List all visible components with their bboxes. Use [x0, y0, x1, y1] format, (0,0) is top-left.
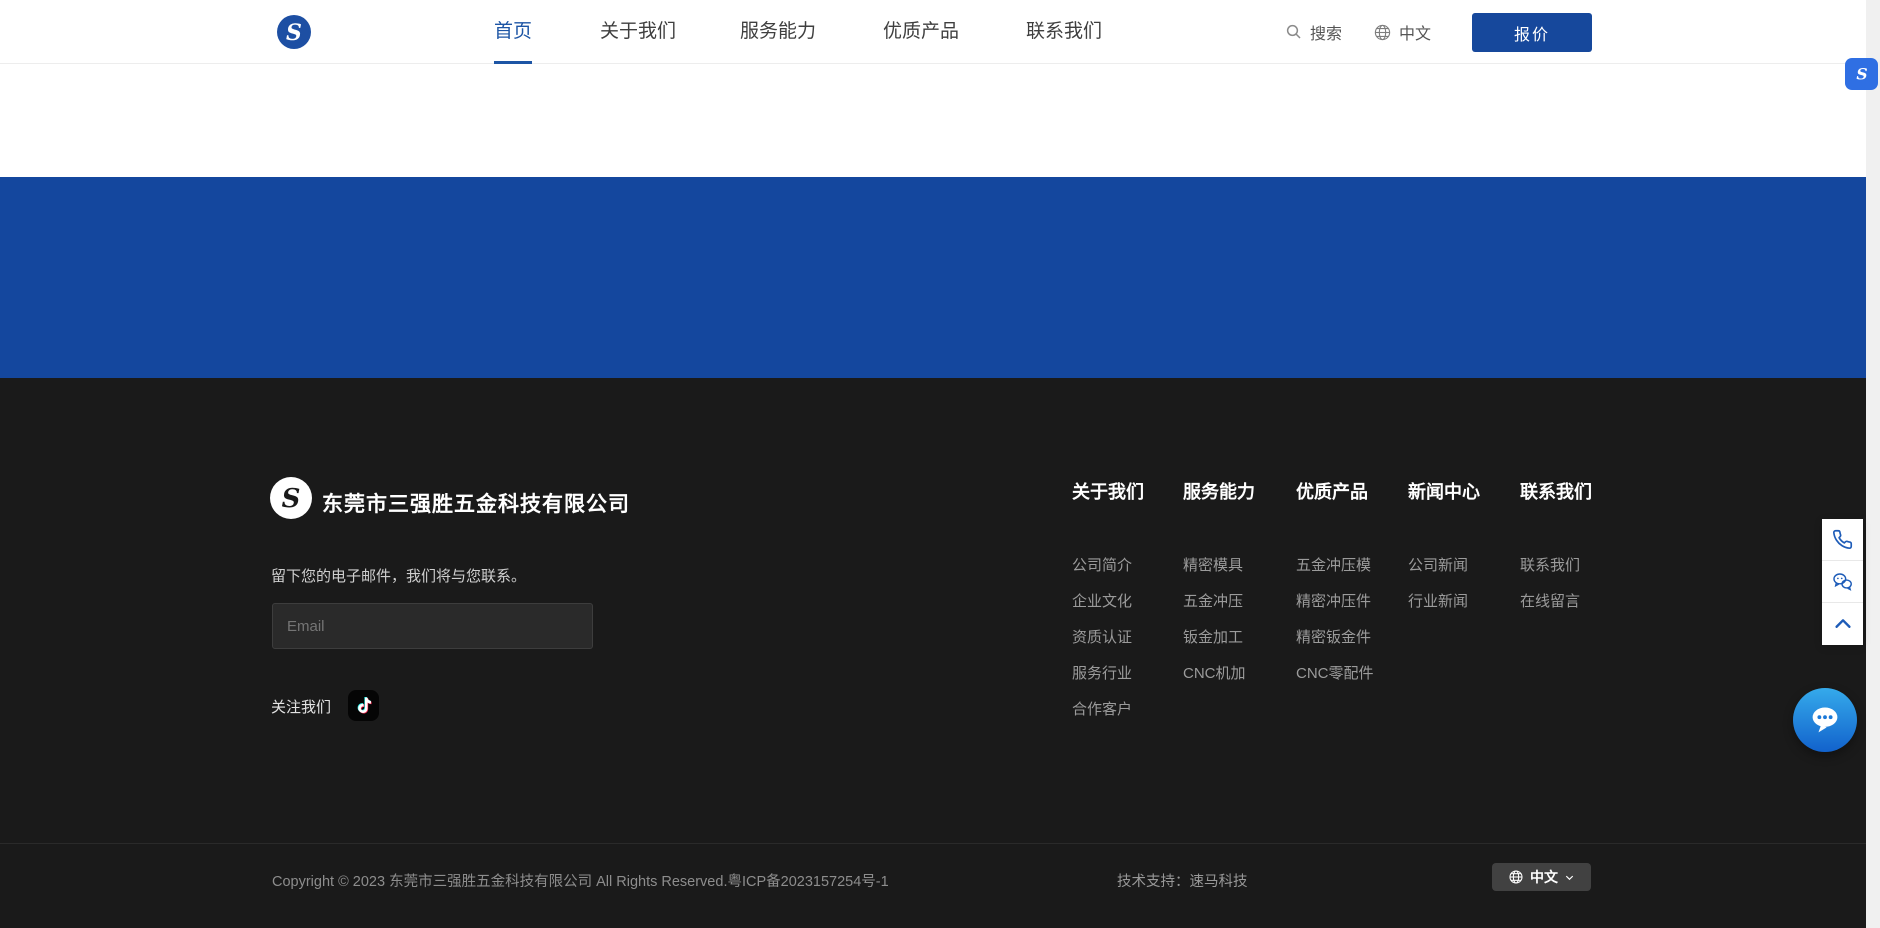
- email-prompt: 留下您的电子邮件，我们将与您联系。: [271, 565, 526, 586]
- footer-link[interactable]: 资质认证: [1072, 628, 1182, 648]
- footer-column-about: 关于我们 公司简介 企业文化 资质认证 服务行业 合作客户: [1072, 478, 1182, 736]
- copyright-text: Copyright © 2023 东莞市三强胜五金科技有限公司 All Righ…: [272, 870, 889, 891]
- follow-us-label: 关注我们: [271, 696, 331, 717]
- chevron-up-icon: [1832, 613, 1854, 635]
- header: S 首页 关于我们 服务能力 优质产品 联系我们 搜索: [0, 0, 1866, 64]
- svg-text:S: S: [286, 20, 302, 46]
- nav-item-products[interactable]: 优质产品: [883, 0, 959, 64]
- footer-column-capability: 服务能力 精密模具 五金冲压 钣金加工 CNC机加: [1183, 478, 1293, 700]
- search-button[interactable]: 搜索: [1285, 0, 1342, 64]
- nav-item-about[interactable]: 关于我们: [600, 0, 676, 64]
- footer-link[interactable]: 精密模具: [1183, 556, 1293, 576]
- search-label: 搜索: [1310, 20, 1342, 44]
- logo-svg: S: [277, 15, 311, 49]
- page: S 首页 关于我们 服务能力 优质产品 联系我们 搜索: [0, 0, 1880, 928]
- footer-link[interactable]: 在线留言: [1520, 592, 1630, 612]
- wechat-button[interactable]: [1822, 561, 1863, 603]
- chevron-down-icon: [1564, 872, 1575, 883]
- globe-icon: [1373, 23, 1392, 42]
- language-switcher[interactable]: 中文: [1373, 0, 1431, 64]
- footer-logo-icon: S: [270, 477, 312, 519]
- language-label: 中文: [1399, 20, 1431, 44]
- footer-language-label: 中文: [1530, 867, 1558, 887]
- chat-bubble-icon: [1807, 702, 1843, 738]
- footer-link[interactable]: CNC零配件: [1296, 664, 1406, 684]
- search-icon: [1285, 23, 1303, 41]
- nav-item-home[interactable]: 首页: [494, 0, 532, 64]
- back-to-top-button[interactable]: [1822, 603, 1863, 645]
- company-logo-icon[interactable]: S: [277, 15, 311, 49]
- nav-item-contact[interactable]: 联系我们: [1026, 0, 1102, 64]
- footer-link[interactable]: 五金冲压模: [1296, 556, 1406, 576]
- nav-item-contact-label: 联系我们: [1026, 21, 1102, 42]
- footer-column-contact: 联系我们 联系我们 在线留言: [1520, 478, 1630, 628]
- globe-icon: [1508, 869, 1524, 885]
- footer-link[interactable]: 企业文化: [1072, 592, 1182, 612]
- footer-link[interactable]: 五金冲压: [1183, 592, 1293, 612]
- footer-link[interactable]: CNC机加: [1183, 664, 1293, 684]
- tech-support-text: 技术支持：速马科技: [1117, 870, 1248, 891]
- tiktok-icon: [353, 695, 374, 716]
- footer-language-selector[interactable]: 中文: [1492, 863, 1591, 891]
- footer-link[interactable]: 精密钣金件: [1296, 628, 1406, 648]
- active-nav-underline: [494, 61, 532, 64]
- footer-column-news: 新闻中心 公司新闻 行业新闻: [1408, 478, 1518, 628]
- phone-button[interactable]: [1822, 519, 1863, 561]
- svg-text:S: S: [1856, 65, 1867, 84]
- nav-item-home-label: 首页: [494, 21, 532, 42]
- phone-icon: [1832, 529, 1853, 550]
- wechat-icon: [1831, 570, 1854, 593]
- nav-item-products-label: 优质产品: [883, 21, 959, 42]
- footer-column-title: 新闻中心: [1408, 478, 1518, 504]
- footer-column-title: 联系我们: [1520, 478, 1630, 504]
- footer-link[interactable]: 公司简介: [1072, 556, 1182, 576]
- footer-link[interactable]: 公司新闻: [1408, 556, 1518, 576]
- scrollbar-track[interactable]: [1866, 0, 1880, 928]
- footer-column-title: 优质产品: [1296, 478, 1406, 504]
- footer-company-name: 东莞市三强胜五金科技有限公司: [322, 488, 630, 518]
- nav-item-capability-label: 服务能力: [740, 21, 816, 42]
- cta-banner: 立即获取您需要的产品 所有信息和上传都是安全保密的。 立即报价 ›: [0, 177, 1866, 378]
- footer-column-products: 优质产品 五金冲压模 精密冲压件 精密钣金件 CNC零配件: [1296, 478, 1406, 700]
- footer-link[interactable]: 服务行业: [1072, 664, 1182, 684]
- quote-button[interactable]: 报价: [1472, 13, 1592, 52]
- footer-column-title: 服务能力: [1183, 478, 1293, 504]
- logo-s-icon: S: [1851, 63, 1873, 85]
- nav-item-capability[interactable]: 服务能力: [740, 0, 816, 64]
- footer-link[interactable]: 精密冲压件: [1296, 592, 1406, 612]
- footer-link[interactable]: 钣金加工: [1183, 628, 1293, 648]
- tiktok-link[interactable]: [348, 690, 379, 721]
- footer-link[interactable]: 合作客户: [1072, 700, 1182, 720]
- floating-logo-badge[interactable]: S: [1845, 58, 1878, 90]
- footer-link[interactable]: 联系我们: [1520, 556, 1630, 576]
- svg-text:S: S: [282, 484, 301, 514]
- live-chat-button[interactable]: [1793, 688, 1857, 752]
- nav-item-about-label: 关于我们: [600, 21, 676, 42]
- email-input[interactable]: [272, 603, 593, 649]
- footer-link[interactable]: 行业新闻: [1408, 592, 1518, 612]
- side-toolbar: [1822, 519, 1863, 645]
- footer-column-title: 关于我们: [1072, 478, 1182, 504]
